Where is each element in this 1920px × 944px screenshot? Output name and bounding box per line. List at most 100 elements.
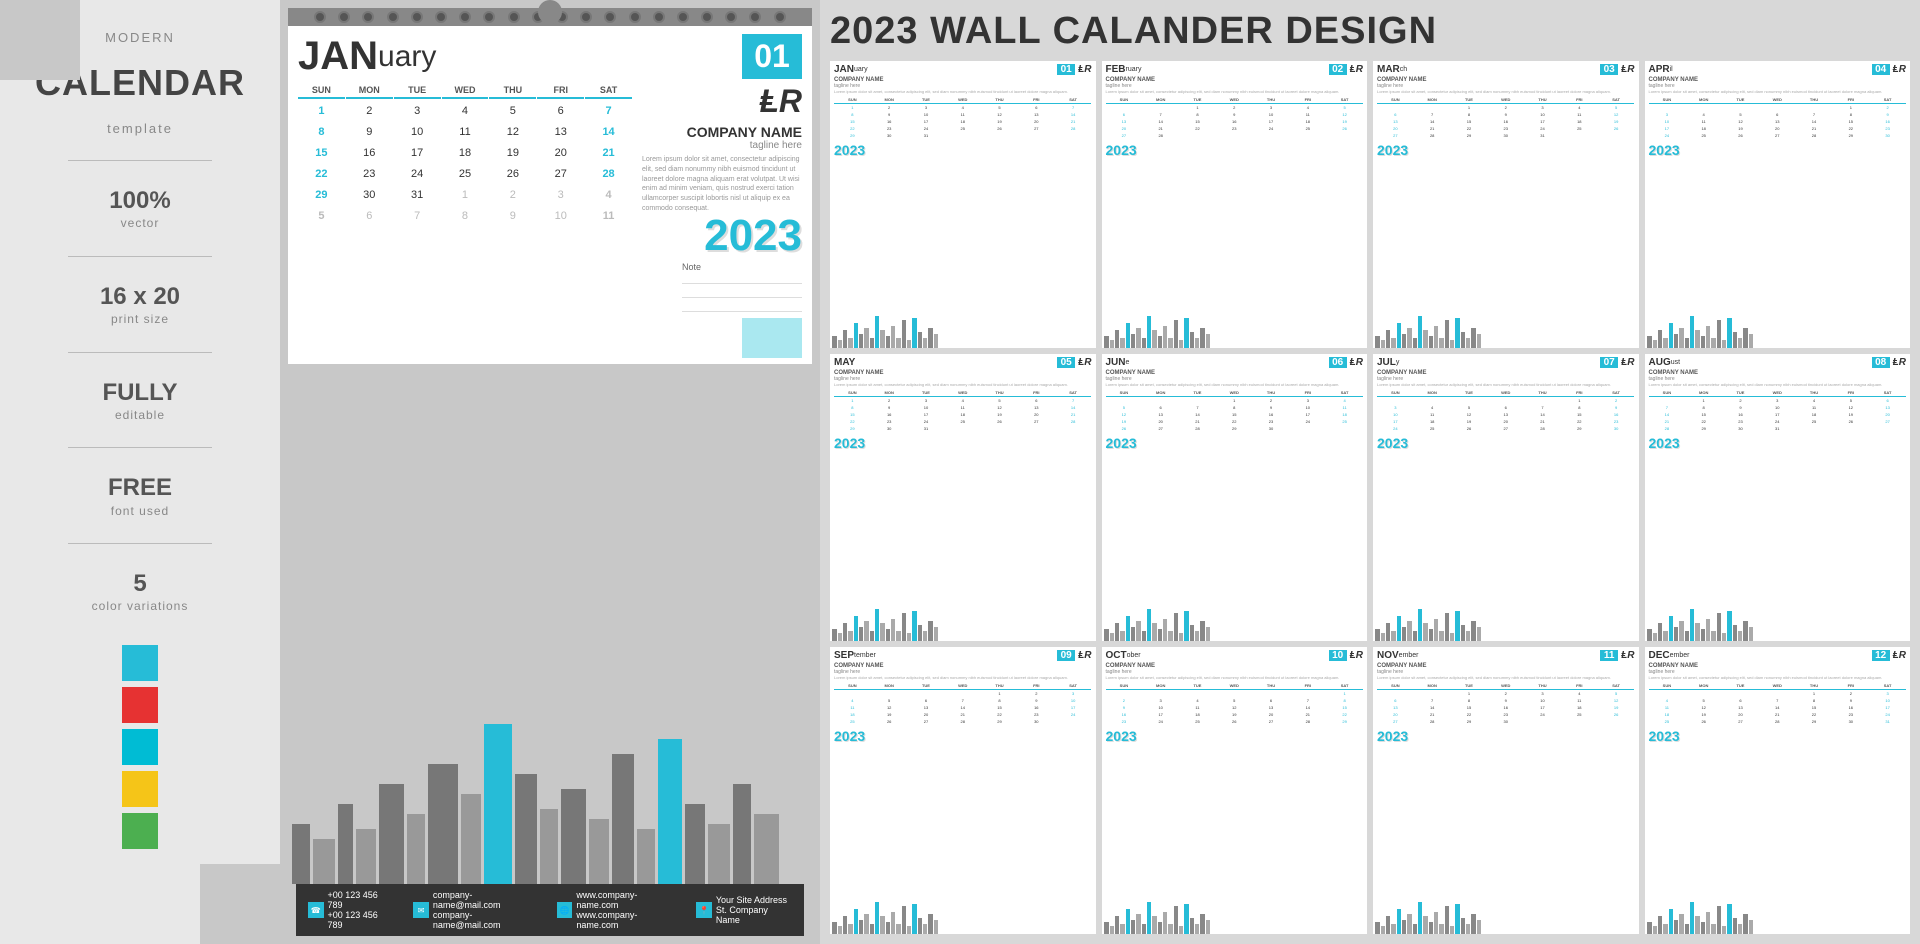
- mini-building: [848, 338, 853, 348]
- mini-building: [886, 336, 890, 348]
- building: [313, 839, 335, 884]
- mini-day-label: MON: [1685, 682, 1722, 690]
- mini-building: [1407, 621, 1412, 641]
- mini-building: [1749, 334, 1753, 348]
- mini-date: 11: [1796, 404, 1833, 411]
- mini-date: 29: [1796, 718, 1833, 725]
- mini-building: [859, 627, 863, 641]
- mini-building: [880, 623, 885, 641]
- mini-date: 12: [1722, 118, 1759, 125]
- mini-building: [1738, 924, 1742, 934]
- year-display: 2023: [704, 214, 802, 258]
- building: [754, 814, 779, 884]
- mini-day-label: WED: [1487, 682, 1524, 690]
- mini-date: 15: [1451, 704, 1488, 711]
- mini-building: [1120, 338, 1125, 348]
- mini-date: 7: [1055, 397, 1092, 404]
- mini-day-label: SAT: [1055, 96, 1092, 104]
- mini-building: [1179, 926, 1183, 934]
- mini-building: [1152, 330, 1157, 348]
- mini-date: 21: [1179, 418, 1216, 425]
- mini-date: 21: [1759, 711, 1796, 718]
- location-icon: 📍: [696, 902, 712, 918]
- mini-building: [1690, 609, 1694, 641]
- mini-date: 12: [1598, 111, 1635, 118]
- mini-date: 15: [1685, 411, 1722, 418]
- month-card-top: FEBruary 02 ⱠR: [1102, 61, 1368, 77]
- mini-building: [1397, 616, 1401, 641]
- mini-date: 7: [1649, 404, 1686, 411]
- month-num: 12: [1872, 650, 1890, 661]
- mini-date: 6: [1018, 397, 1055, 404]
- month-year: 2023: [1102, 141, 1368, 159]
- mini-date: 1: [1796, 690, 1833, 697]
- mini-day-label: FRI: [1289, 682, 1326, 690]
- cal-date: 2: [346, 102, 393, 122]
- mini-day-label: FRI: [1289, 389, 1326, 397]
- mini-date: 8: [1451, 111, 1488, 118]
- mini-building: [1450, 340, 1454, 348]
- footer-contact-bar: ☎ +00 123 456 789 +00 123 456 789 ✉ comp…: [296, 884, 804, 936]
- footer-address: 📍 Your Site Address St. Company Name: [696, 895, 792, 925]
- mini-date: 3: [1253, 104, 1290, 111]
- mini-date: [1106, 104, 1143, 111]
- mini-building: [1163, 619, 1167, 641]
- mini-date: 5: [981, 104, 1018, 111]
- month-card-06: JUNe 06 ⱠR COMPANY NAME tagline here Lor…: [1102, 354, 1368, 641]
- mini-date: 27: [1722, 718, 1759, 725]
- mini-date: 3: [908, 397, 945, 404]
- mini-date: 9: [1832, 697, 1869, 704]
- mini-building: [1402, 627, 1406, 641]
- mini-date: [1524, 397, 1561, 404]
- color-swatches: [122, 645, 158, 849]
- mini-date: 27: [1487, 425, 1524, 432]
- mini-date: 29: [1451, 132, 1488, 139]
- mini-date: 12: [1451, 411, 1488, 418]
- mini-building: [838, 633, 842, 641]
- mini-day-label: MON: [1142, 389, 1179, 397]
- cal-date: 17: [394, 144, 441, 164]
- mini-date: 20: [1253, 711, 1290, 718]
- mini-building: [1391, 631, 1396, 641]
- mini-date: 20: [1377, 125, 1414, 132]
- swatch-blue: [122, 645, 158, 681]
- mini-date: 24: [1759, 418, 1796, 425]
- mini-building: [1126, 323, 1130, 348]
- mini-date: 28: [1524, 425, 1561, 432]
- mini-date: 18: [1414, 418, 1451, 425]
- feature-size-main: 16 x 20: [100, 281, 180, 312]
- month-num: 01: [1057, 64, 1075, 75]
- mini-building: [1466, 631, 1470, 641]
- mini-date: 16: [871, 118, 908, 125]
- cal-date: 4: [442, 102, 489, 122]
- mini-building: [1477, 334, 1481, 348]
- note-line: [682, 286, 802, 298]
- day-sun: SUN: [298, 83, 345, 99]
- mini-days-header: SUNMONTUEWEDTHUFRISAT: [1649, 389, 1907, 397]
- mini-building: [896, 631, 901, 641]
- mini-building: [1423, 916, 1428, 934]
- mini-building: [864, 621, 869, 641]
- mini-date: 12: [981, 111, 1018, 118]
- month-card-top: MARch 03 ⱠR: [1373, 61, 1639, 77]
- mini-building: [870, 631, 874, 641]
- mini-date: 19: [981, 118, 1018, 125]
- mini-building: [1136, 328, 1141, 348]
- mini-date: 14: [1649, 411, 1686, 418]
- mini-day-label: WED: [1759, 389, 1796, 397]
- mini-building: [1391, 338, 1396, 348]
- mini-building: [1126, 909, 1130, 934]
- month-year: 2023: [1102, 434, 1368, 452]
- mini-date: 1: [834, 397, 871, 404]
- mini-dates: 1234567891011121314151617181920212223242…: [1377, 104, 1635, 139]
- mini-date: 8: [834, 404, 871, 411]
- mini-day-label: SAT: [1869, 682, 1906, 690]
- mini-building: [1663, 338, 1668, 348]
- mini-date: 26: [1598, 711, 1635, 718]
- mini-date: 6: [1722, 697, 1759, 704]
- feature-vector-main: 100%: [109, 185, 170, 216]
- mini-date: 19: [1832, 411, 1869, 418]
- cal-date: 29: [298, 186, 345, 206]
- mini-date: 2: [1869, 104, 1906, 111]
- mini-dates: 1234567891011121314151617181920212223242…: [1106, 397, 1364, 432]
